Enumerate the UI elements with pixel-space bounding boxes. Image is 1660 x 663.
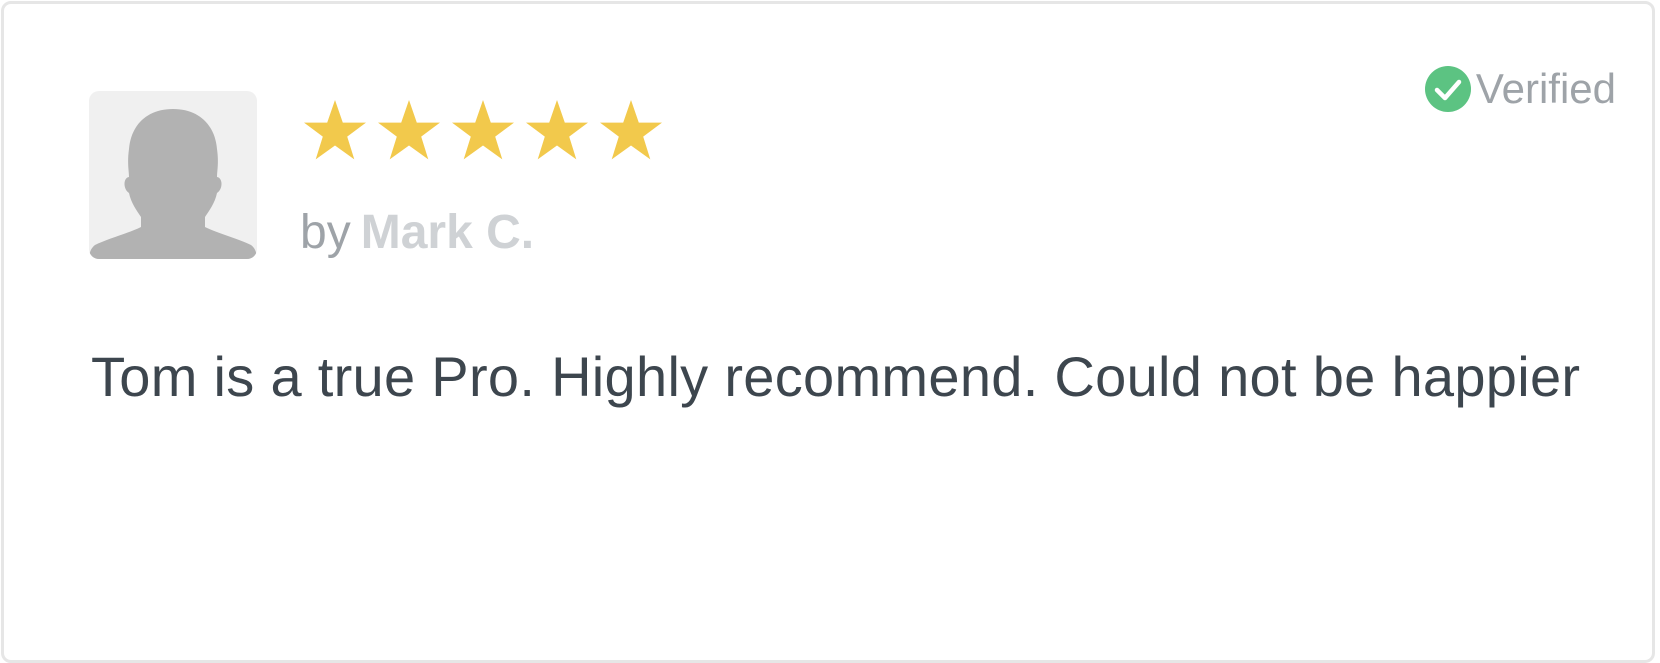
star-icon xyxy=(452,100,514,160)
star-icon xyxy=(378,100,440,160)
by-label: by xyxy=(300,206,351,259)
star-icon xyxy=(304,100,366,160)
star-icon xyxy=(600,100,662,160)
star-icon xyxy=(526,100,588,160)
reviewer-name: Mark C. xyxy=(360,206,535,259)
review-card: by Mark C. Verified Tom is a true Pro. Hi… xyxy=(1,1,1655,663)
avatar xyxy=(89,91,257,259)
star-rating xyxy=(302,97,672,167)
check-circle-icon xyxy=(1424,66,1471,112)
user-silhouette-icon xyxy=(89,109,257,259)
review-text: Tom is a true Pro. Highly recommend. Cou… xyxy=(91,345,1581,408)
verified-label: Verified xyxy=(1475,65,1616,112)
verified-badge: Verified xyxy=(1424,62,1616,116)
review-byline: by Mark C. xyxy=(300,201,534,265)
